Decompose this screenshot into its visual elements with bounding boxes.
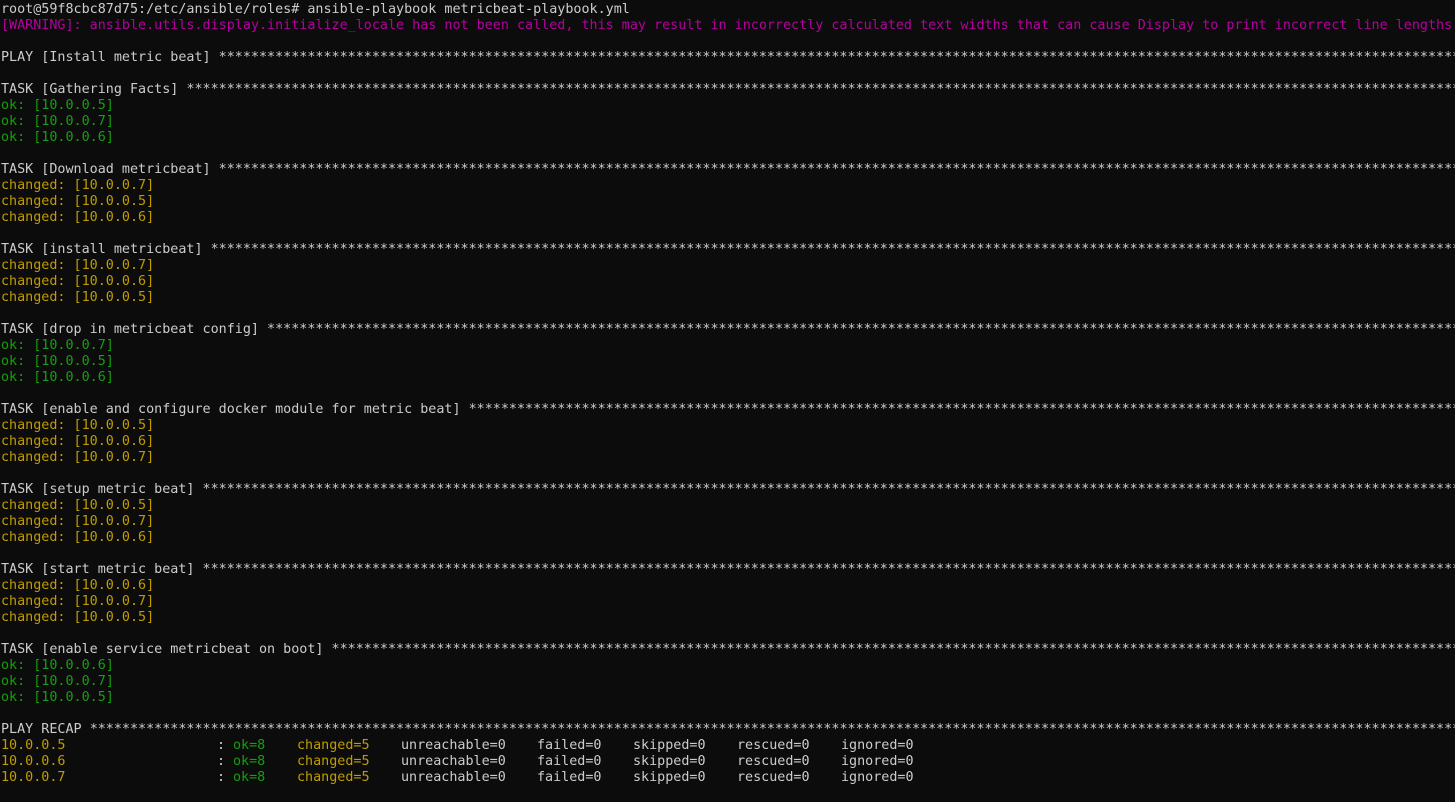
recap-header-label: PLAY RECAP [1, 722, 90, 737]
task-result: changed: [10.0.0.5] [1, 498, 155, 513]
recap-row: 10.0.0.7: ok=8 changed=5 unreachable=0 faile… [1, 770, 1455, 786]
recap-ignored: ignored=0 [841, 754, 914, 769]
task-header-label: TASK [start metric beat] [1, 562, 203, 577]
recap-separator: : [217, 754, 226, 769]
task-header-label: TASK [enable and configure docker module… [1, 402, 469, 417]
header-separator: ****************************************… [218, 162, 1455, 177]
task-result: changed: [10.0.0.7] [1, 178, 155, 193]
header-separator: ****************************************… [202, 562, 1455, 577]
task-header: TASK [enable and configure docker module… [1, 402, 1455, 418]
task-result: ok: [10.0.0.7] [1, 338, 114, 353]
task-header-label: TASK [Gathering Facts] [1, 82, 187, 97]
task-header: TASK [enable service metricbeat on boot]… [1, 642, 1455, 658]
recap-changed: changed=5 [297, 738, 370, 753]
recap-unreachable: unreachable=0 [401, 754, 506, 769]
recap-separator: : [217, 770, 226, 785]
task-result: changed: [10.0.0.7] [1, 514, 155, 529]
terminal-window[interactable]: root@59f8cbc87d75:/etc/ansible/roles# an… [0, 0, 1455, 802]
task-header: TASK [drop in metricbeat config] *******… [1, 322, 1455, 338]
recap-separator: : [217, 738, 226, 753]
recap-row: 10.0.0.6: ok=8 changed=5 unreachable=0 faile… [1, 754, 1455, 770]
task-result: changed: [10.0.0.5] [1, 418, 155, 433]
task-header: TASK [start metric beat] ***************… [1, 562, 1455, 578]
header-separator: ****************************************… [210, 242, 1455, 257]
recap-ok: ok=8 [233, 738, 266, 753]
recap-failed: failed=0 [537, 738, 602, 753]
task-result: ok: [10.0.0.6] [1, 370, 114, 385]
task-result: ok: [10.0.0.5] [1, 98, 114, 113]
task-header: TASK [install metricbeat] **************… [1, 242, 1455, 258]
header-separator: ****************************************… [186, 82, 1455, 97]
recap-skipped: skipped=0 [633, 738, 706, 753]
task-header: TASK [Gathering Facts] *****************… [1, 82, 1455, 98]
task-header-label: TASK [Download metricbeat] [1, 162, 219, 177]
task-result: ok: [10.0.0.6] [1, 130, 114, 145]
play-header: PLAY [Install metric beat] *************… [1, 50, 1455, 66]
task-result: changed: [10.0.0.7] [1, 258, 155, 273]
task-result: changed: [10.0.0.5] [1, 610, 155, 625]
warning-line: [WARNING]: ansible.utils.display.initial… [1, 18, 1453, 33]
task-result: changed: [10.0.0.7] [1, 450, 155, 465]
task-header: TASK [Download metricbeat] *************… [1, 162, 1455, 178]
recap-ignored: ignored=0 [841, 738, 914, 753]
recap-rescued: rescued=0 [737, 770, 810, 785]
header-separator: ****************************************… [331, 642, 1455, 657]
task-result: changed: [10.0.0.6] [1, 530, 155, 545]
task-result: ok: [10.0.0.7] [1, 114, 114, 129]
task-header-label: TASK [setup metric beat] [1, 482, 203, 497]
recap-skipped: skipped=0 [633, 754, 706, 769]
task-header-label: TASK [drop in metricbeat config] [1, 322, 268, 337]
recap-header: PLAY RECAP *****************************… [1, 722, 1455, 738]
task-result: changed: [10.0.0.7] [1, 594, 155, 609]
recap-failed: failed=0 [537, 770, 602, 785]
header-separator: ****************************************… [218, 50, 1455, 65]
task-header: TASK [setup metric beat] ***************… [1, 482, 1455, 498]
task-result: changed: [10.0.0.6] [1, 274, 155, 289]
task-result: ok: [10.0.0.5] [1, 690, 114, 705]
recap-host: 10.0.0.5 [1, 738, 66, 753]
task-result: changed: [10.0.0.6] [1, 578, 155, 593]
command-prompt-line: root@59f8cbc87d75:/etc/ansible/roles# an… [1, 2, 630, 17]
header-separator: ****************************************… [202, 482, 1455, 497]
recap-changed: changed=5 [297, 754, 370, 769]
task-result: changed: [10.0.0.6] [1, 434, 155, 449]
recap-host: 10.0.0.6 [1, 754, 66, 769]
recap-ignored: ignored=0 [841, 770, 914, 785]
task-result: changed: [10.0.0.5] [1, 290, 155, 305]
task-result: ok: [10.0.0.5] [1, 354, 114, 369]
task-header-label: TASK [enable service metricbeat on boot] [1, 642, 332, 657]
task-result: ok: [10.0.0.6] [1, 658, 114, 673]
recap-row: 10.0.0.5: ok=8 changed=5 unreachable=0 faile… [1, 738, 1455, 754]
recap-changed: changed=5 [297, 770, 370, 785]
recap-ok: ok=8 [233, 770, 266, 785]
recap-ok: ok=8 [233, 754, 266, 769]
recap-rescued: rescued=0 [737, 738, 810, 753]
recap-rescued: rescued=0 [737, 754, 810, 769]
recap-failed: failed=0 [537, 754, 602, 769]
header-separator: ****************************************… [468, 402, 1455, 417]
recap-unreachable: unreachable=0 [401, 770, 506, 785]
task-result: ok: [10.0.0.7] [1, 674, 114, 689]
task-result: changed: [10.0.0.6] [1, 210, 155, 225]
recap-host: 10.0.0.7 [1, 770, 66, 785]
task-result: changed: [10.0.0.5] [1, 194, 155, 209]
recap-skipped: skipped=0 [633, 770, 706, 785]
header-separator: ****************************************… [267, 322, 1455, 337]
recap-unreachable: unreachable=0 [401, 738, 506, 753]
header-separator: ****************************************… [89, 722, 1455, 737]
play-header-label: PLAY [Install metric beat] [1, 50, 219, 65]
task-header-label: TASK [install metricbeat] [1, 242, 211, 257]
